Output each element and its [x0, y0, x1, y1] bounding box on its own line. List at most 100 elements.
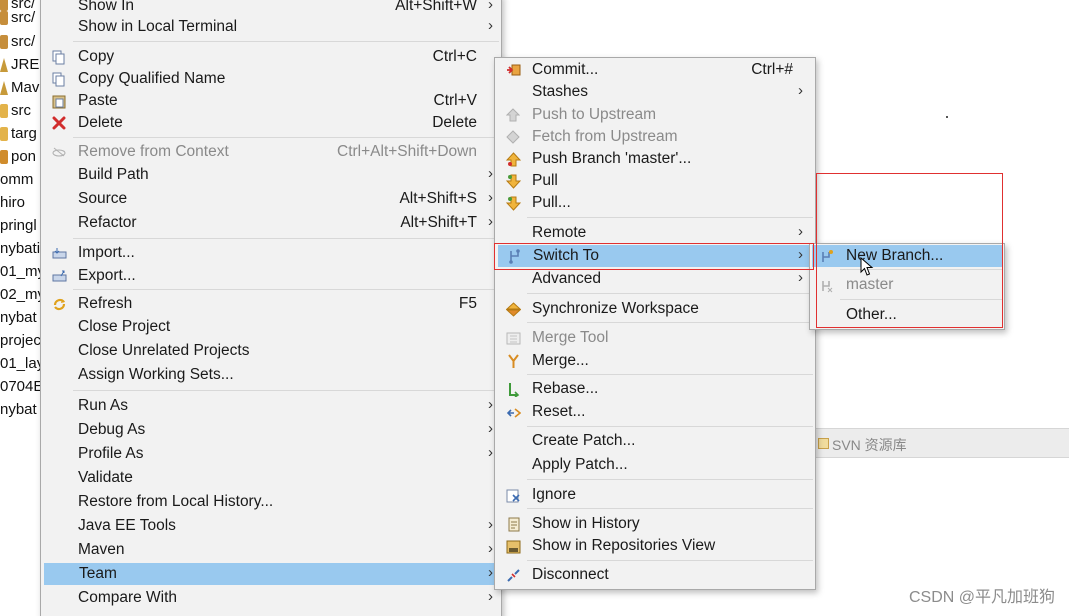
menu-item-push-branch[interactable]: Push Branch 'master'...	[497, 148, 813, 170]
menu-item-copy-qualified-name[interactable]: Copy Qualified Name	[43, 68, 499, 90]
menu-item-debug-as[interactable]: Debug As ›	[43, 419, 499, 441]
chevron-right-icon: ›	[488, 189, 493, 206]
chevron-right-icon: ›	[488, 396, 493, 413]
menu-item-remote[interactable]: Remote ›	[497, 222, 813, 244]
menu-item-reset[interactable]: Reset...	[497, 401, 813, 423]
menu-item-merge-tool[interactable]: Merge Tool	[497, 327, 813, 349]
menu-separator	[73, 289, 499, 290]
menu-item-profile-as[interactable]: Profile As ›	[43, 443, 499, 465]
copy-icon	[51, 49, 67, 65]
menu-item-other[interactable]: Other...	[812, 304, 1002, 326]
menu-item-apply-patch[interactable]: Apply Patch...	[497, 454, 813, 476]
menu-separator	[527, 508, 813, 509]
menu-separator	[527, 560, 813, 561]
menu-item-delete[interactable]: Delete Delete	[43, 112, 499, 134]
menu-item-build-path[interactable]: Build Path ›	[43, 164, 499, 186]
tree-item[interactable]: src/	[0, 31, 35, 53]
chevron-right-icon: ›	[798, 223, 803, 240]
tree-item[interactable]: src/	[0, 7, 35, 29]
tree-item[interactable]: 02_my	[0, 284, 42, 306]
repositories-icon	[505, 538, 521, 554]
fetch-upstream-icon	[505, 129, 521, 145]
svn-repository-icon	[818, 438, 829, 449]
chevron-right-icon: ›	[488, 17, 493, 34]
menu-separator	[840, 299, 1002, 300]
menu-item-show-in[interactable]: Show In Alt+Shift+W ›	[43, 0, 499, 17]
mouse-pointer-icon	[860, 257, 874, 276]
tree-item[interactable]: 0704El	[0, 376, 42, 398]
menu-item-show-in-history[interactable]: Show in History	[497, 513, 813, 535]
menu-item-team[interactable]: Team ›	[44, 563, 499, 585]
chevron-right-icon: ›	[488, 165, 493, 182]
menu-item-run-as[interactable]: Run As ›	[43, 395, 499, 417]
menu-item-export[interactable]: Export...	[43, 265, 499, 287]
menu-separator	[73, 41, 499, 42]
chevron-right-icon: ›	[488, 0, 493, 13]
menu-item-synchronize-workspace[interactable]: Synchronize Workspace	[497, 298, 813, 320]
chevron-right-icon: ›	[488, 564, 493, 581]
tree-item[interactable]: 01_my	[0, 261, 42, 283]
project-explorer: src/ src/ src/ JRE Mav src targ pon omm …	[0, 0, 42, 616]
import-icon	[51, 245, 67, 261]
tree-item[interactable]: omm	[0, 169, 33, 191]
menu-item-validate[interactable]: Validate	[43, 467, 499, 489]
tree-item[interactable]: hiro	[0, 192, 25, 214]
menu-separator	[73, 137, 499, 138]
copy-qualified-icon	[51, 71, 67, 87]
team-submenu: Commit... Ctrl+# Stashes › Push to Upstr…	[494, 57, 816, 590]
paste-icon	[51, 93, 67, 109]
menu-item-create-patch[interactable]: Create Patch...	[497, 430, 813, 452]
chevron-right-icon: ›	[798, 82, 803, 99]
menu-item-fetch-from-upstream[interactable]: Fetch from Upstream	[497, 126, 813, 148]
tree-item[interactable]: 01_lay	[0, 353, 42, 375]
tree-item[interactable]: nybati	[0, 238, 40, 260]
menu-item-source[interactable]: Source Alt+Shift+S ›	[43, 188, 499, 210]
refresh-icon	[51, 296, 67, 312]
menu-separator	[527, 374, 813, 375]
menu-item-disconnect[interactable]: Disconnect	[497, 564, 813, 586]
tree-item[interactable]: pringl	[0, 215, 37, 237]
remove-context-icon	[51, 144, 67, 160]
tree-item[interactable]: projec	[0, 330, 41, 352]
menu-item-refresh[interactable]: Refresh F5	[43, 293, 499, 315]
menu-item-push-to-upstream[interactable]: Push to Upstream	[497, 104, 813, 126]
menu-item-ignore[interactable]: Ignore	[497, 484, 813, 506]
menu-item-stashes[interactable]: Stashes ›	[497, 81, 813, 103]
menu-item-compare-with[interactable]: Compare With ›	[43, 587, 499, 609]
tree-item[interactable]: nybat	[0, 399, 37, 421]
menu-separator	[527, 217, 813, 218]
menu-item-maven[interactable]: Maven ›	[43, 539, 499, 561]
menu-item-remove-from-context[interactable]: Remove from Context Ctrl+Alt+Shift+Down	[43, 141, 499, 163]
tree-item[interactable]: nybat	[0, 307, 37, 329]
menu-item-show-in-local-terminal[interactable]: Show in Local Terminal ›	[43, 16, 499, 38]
menu-item-assign-working-sets[interactable]: Assign Working Sets...	[43, 364, 499, 386]
svn-repository-view-tab[interactable]: SVN 资源库	[816, 428, 1069, 458]
menu-item-java-ee-tools[interactable]: Java EE Tools ›	[43, 515, 499, 537]
tree-item[interactable]: Mav	[0, 77, 39, 99]
menu-item-rebase[interactable]: Rebase...	[497, 378, 813, 400]
tree-item[interactable]: JRE	[0, 54, 39, 76]
menu-item-pull[interactable]: Pull	[497, 170, 813, 192]
menu-separator	[73, 238, 499, 239]
menu-item-pull-dialog[interactable]: Pull...	[497, 192, 813, 214]
menu-item-switch-to[interactable]: Switch To ›	[498, 245, 813, 267]
menu-item-paste[interactable]: Paste Ctrl+V	[43, 90, 499, 112]
menu-item-restore-from-local-history[interactable]: Restore from Local History...	[43, 491, 499, 513]
push-branch-icon	[505, 151, 521, 167]
menu-item-import[interactable]: Import...	[43, 242, 499, 264]
tree-item[interactable]: pon	[0, 146, 36, 168]
reset-icon	[505, 404, 521, 420]
menu-item-master-branch[interactable]: master	[812, 274, 1002, 296]
menu-item-close-project[interactable]: Close Project	[43, 316, 499, 338]
tree-item[interactable]: targ	[0, 123, 37, 145]
menu-item-commit[interactable]: Commit... Ctrl+#	[497, 59, 813, 81]
menu-item-close-unrelated-projects[interactable]: Close Unrelated Projects	[43, 340, 499, 362]
menu-item-refactor[interactable]: Refactor Alt+Shift+T ›	[43, 212, 499, 234]
menu-item-copy[interactable]: Copy Ctrl+C	[43, 46, 499, 68]
menu-item-new-branch[interactable]: New Branch...	[812, 245, 1002, 267]
menu-item-show-in-repositories-view[interactable]: Show in Repositories View	[497, 535, 813, 557]
tree-item[interactable]: src	[0, 100, 31, 122]
history-icon	[505, 516, 521, 532]
menu-item-merge[interactable]: Merge...	[497, 350, 813, 372]
menu-item-advanced[interactable]: Advanced ›	[497, 268, 813, 290]
